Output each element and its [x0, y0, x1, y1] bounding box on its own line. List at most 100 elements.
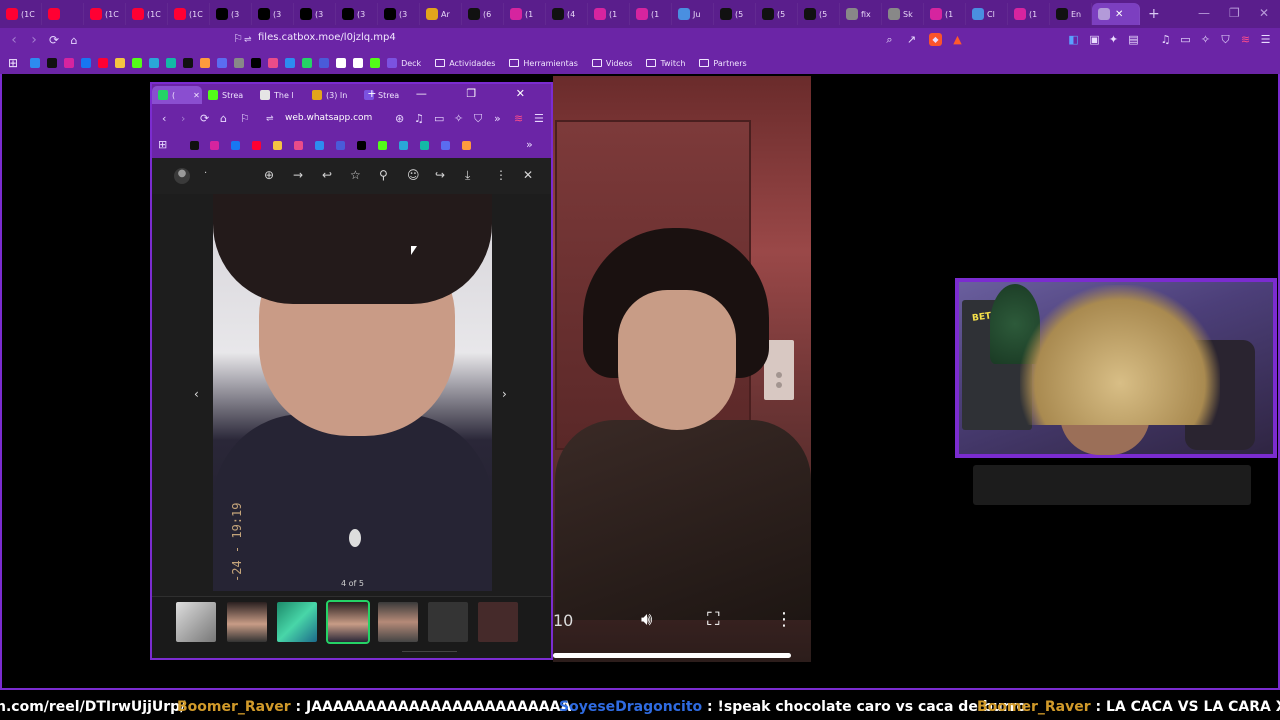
close-window-icon[interactable]: ✕ — [1259, 6, 1269, 20]
thumbnail[interactable] — [478, 602, 518, 642]
new-tab-icon[interactable]: + — [1148, 6, 1160, 22]
browser-tab[interactable]: (4 — [546, 3, 588, 25]
video-progress-bar[interactable] — [553, 653, 791, 658]
menu-icon[interactable]: ☰ — [534, 112, 544, 125]
next-photo-icon[interactable]: › — [502, 387, 507, 401]
bookmark-folder[interactable]: Partners — [699, 59, 747, 68]
x-bookmark-icon[interactable] — [357, 141, 366, 150]
bookmark-icon[interactable] — [98, 58, 109, 68]
browser-tab[interactable]: Sk — [882, 3, 924, 25]
facebook-bookmark-icon[interactable] — [231, 141, 240, 150]
bookmark-folder[interactable]: Twitch — [646, 59, 685, 68]
extension-icon[interactable]: ▤ — [1127, 33, 1140, 46]
bookmark-icon[interactable] — [462, 141, 471, 150]
back-icon[interactable]: ‹ — [4, 32, 24, 48]
popup-tab[interactable]: (3) In — [306, 86, 358, 104]
browser-tab[interactable]: fix — [840, 3, 882, 25]
browser-tab[interactable]: (1 — [630, 3, 672, 25]
bookmark-icon[interactable] — [420, 141, 429, 150]
more-options-icon[interactable]: ⋮ — [775, 609, 793, 630]
browser-tab[interactable]: (1C — [84, 3, 126, 25]
close-viewer-icon[interactable]: ✕ — [523, 168, 533, 182]
extension-icon[interactable]: ▣ — [1088, 33, 1101, 46]
forward-icon[interactable]: › — [24, 32, 44, 48]
site-info-icon[interactable]: ⇌ — [266, 114, 274, 124]
browser-tab[interactable]: (1 — [588, 3, 630, 25]
bookmark-icon[interactable] — [399, 141, 408, 150]
instagram-bookmark-icon[interactable] — [210, 141, 219, 150]
browser-tab[interactable]: (3 — [210, 3, 252, 25]
music-icon[interactable]: ♫ — [1159, 33, 1172, 46]
more-bookmarks-icon[interactable]: » — [526, 138, 533, 151]
forward-icon[interactable]: › — [181, 112, 185, 125]
share-icon[interactable]: ↗ — [905, 33, 918, 46]
bookmark-icon[interactable] — [273, 141, 282, 150]
forward-icon[interactable]: ↪ — [435, 168, 445, 182]
close-tab-icon[interactable]: ✕ — [193, 91, 200, 100]
bookmark-icon[interactable] — [294, 141, 303, 150]
maximize-icon[interactable]: ❐ — [1229, 6, 1240, 20]
bookmark-icon[interactable] — [353, 58, 364, 68]
thumbnail[interactable] — [277, 602, 317, 642]
browser-tab[interactable]: Cl — [966, 3, 1008, 25]
brave-rewards-icon[interactable]: ▲ — [951, 33, 964, 46]
bookmark-icon[interactable] — [234, 58, 245, 68]
bookmark-icon[interactable] — [302, 58, 313, 68]
browser-tab[interactable]: (1C — [0, 3, 42, 25]
browser-tab[interactable]: (5 — [798, 3, 840, 25]
bookmark-folder[interactable]: Actividades — [435, 59, 495, 68]
browser-tab[interactable]: (3 — [336, 3, 378, 25]
arrow-right-icon[interactable]: → — [293, 168, 303, 182]
popup-tab[interactable]: Strea — [202, 86, 254, 104]
browser-tab[interactable]: (1C — [126, 3, 168, 25]
wallet-icon[interactable]: ≋ — [1239, 33, 1252, 46]
thumbnail[interactable] — [227, 602, 267, 642]
bookmark-icon[interactable] — [268, 58, 279, 68]
browser-tab[interactable]: (3 — [252, 3, 294, 25]
bookmark-icon[interactable] — [115, 58, 126, 68]
thumbnail-scrollbar[interactable] — [402, 651, 457, 652]
browser-tab[interactable]: En — [1050, 3, 1092, 25]
extension-icon[interactable]: ⊛ — [395, 112, 404, 125]
sidebar-icon[interactable]: ▭ — [434, 112, 444, 125]
vpn-icon[interactable]: ⛉ — [1219, 33, 1232, 46]
bookmark-icon[interactable] — [149, 58, 160, 68]
wallet-icon[interactable]: ≋ — [514, 112, 523, 125]
zoom-in-icon[interactable]: ⊕ — [264, 168, 274, 182]
bookmark-icon[interactable] — [370, 58, 381, 68]
vpn-icon[interactable]: ⛉ — [474, 112, 482, 126]
more-tools-icon[interactable]: » — [494, 112, 501, 125]
download-icon[interactable]: ⤓ — [465, 168, 470, 183]
popup-window-controls[interactable]: + — ❐ ✕ — [367, 87, 543, 100]
bookmark-icon[interactable] — [217, 58, 228, 68]
menu-icon[interactable]: ☰ — [1259, 33, 1272, 46]
back-icon[interactable]: ‹ — [162, 112, 166, 125]
more-options-icon[interactable]: ⋮ — [495, 168, 507, 182]
bookmark-folder[interactable]: Videos — [591, 59, 632, 68]
browser-tab[interactable]: (1C — [168, 3, 210, 25]
reload-icon[interactable]: ⟳ — [200, 112, 209, 125]
browser-tab[interactable]: (1 — [504, 3, 546, 25]
thumbnail[interactable] — [428, 602, 468, 642]
bookmark-page-icon[interactable]: ⚐ — [240, 112, 250, 125]
emoji-icon[interactable]: ☺ — [407, 168, 420, 182]
brave-shield-icon[interactable]: ◆ — [929, 33, 942, 46]
sidebar-icon[interactable]: ▭ — [1179, 33, 1192, 46]
bookmark-icon[interactable] — [81, 58, 92, 68]
kick-bookmark-icon[interactable] — [378, 141, 387, 150]
reply-icon[interactable]: ↩ — [322, 168, 332, 182]
leo-icon[interactable]: ✧ — [454, 112, 463, 125]
pin-icon[interactable]: ⚲ — [379, 168, 388, 182]
browser-tab[interactable]: (3 — [378, 3, 420, 25]
apps-grid-icon[interactable]: ⊞ — [158, 138, 167, 151]
bookmark-icon[interactable] — [441, 141, 450, 150]
minimize-icon[interactable]: — — [1198, 6, 1210, 20]
volume-icon[interactable]: 🔊︎ — [641, 609, 652, 630]
thumbnail[interactable] — [176, 602, 216, 642]
bookmark-icon[interactable] — [200, 58, 211, 68]
browser-tab[interactable]: (3 — [294, 3, 336, 25]
browser-tab[interactable] — [42, 3, 84, 25]
bookmark-icon[interactable] — [183, 58, 194, 68]
extension-icon[interactable]: ✦ — [1107, 33, 1120, 46]
bookmark-icon[interactable] — [64, 58, 75, 68]
